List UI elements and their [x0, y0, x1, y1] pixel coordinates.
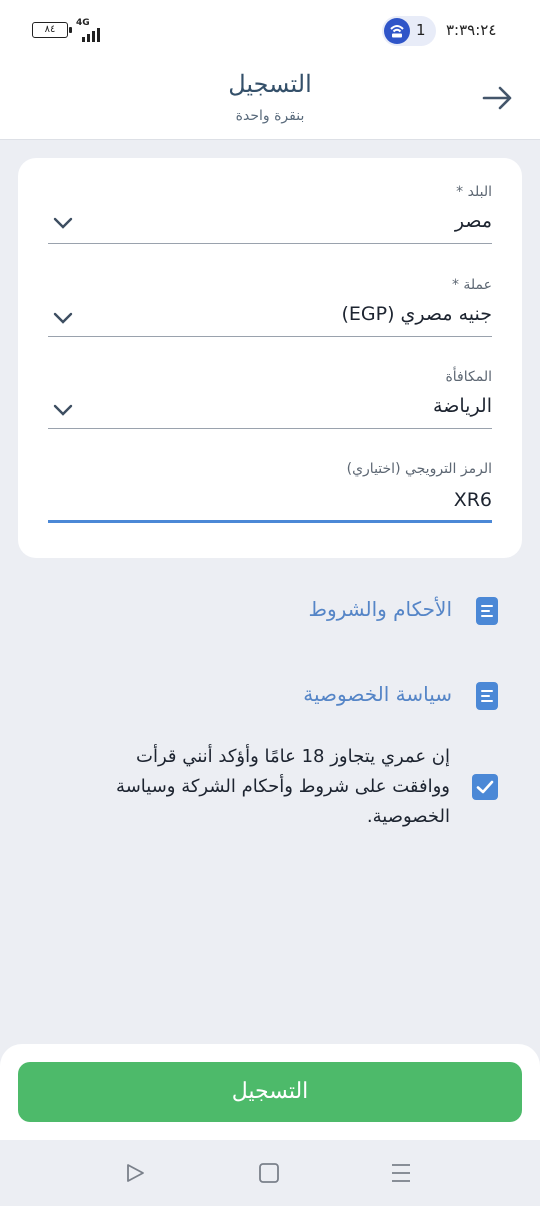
register-button[interactable]: التسجيل: [18, 1062, 522, 1122]
battery-level: ٨٤: [44, 24, 56, 35]
registration-form-card: البلد * مصر عملة * جنيه مصري (EGP) المكا…: [18, 158, 522, 558]
promo-code-value: XR6: [453, 489, 492, 511]
bonus-value: الرياضة: [433, 395, 492, 417]
signal-icon: 4G: [76, 18, 104, 42]
battery-icon: ٨٤: [32, 22, 72, 38]
status-bar: ٨٤ 4G 1 ٣:٣٩:٢٤: [0, 0, 540, 58]
promo-code-input[interactable]: الرمز الترويجي (اختياري) XR6: [48, 461, 492, 523]
currency-value: جنيه مصري (EGP): [341, 303, 492, 325]
arrow-right-icon[interactable]: [480, 82, 516, 114]
home-nav-icon[interactable]: [256, 1160, 282, 1186]
agreement-checkbox[interactable]: [472, 774, 498, 800]
back-nav-icon[interactable]: [122, 1160, 148, 1186]
terms-link[interactable]: الأحكام والشروط: [300, 593, 500, 629]
agreement-text: إن عمري يتجاوز 18 عامًا وأؤكد أنني قرأت …: [116, 746, 450, 827]
privacy-link[interactable]: سياسة الخصوصية: [300, 678, 500, 714]
hotspot-count: 1: [416, 21, 426, 39]
terms-link-label: الأحكام والشروط: [308, 597, 452, 621]
menu-nav-icon[interactable]: [388, 1160, 414, 1186]
document-icon: [476, 597, 498, 625]
currency-label: عملة *: [451, 277, 492, 293]
page-header: التسجيل بنقرة واحدة: [0, 58, 540, 140]
network-type: 4G: [76, 18, 90, 28]
page-subtitle: بنقرة واحدة: [235, 108, 305, 124]
page-title: التسجيل: [228, 70, 312, 98]
bonus-select[interactable]: المكافأة الرياضة: [48, 369, 492, 429]
chevron-down-icon: [53, 404, 73, 416]
country-label: البلد *: [456, 184, 492, 200]
privacy-link-label: سياسة الخصوصية: [303, 682, 452, 706]
bonus-label: المكافأة: [445, 369, 492, 385]
chevron-down-icon: [53, 217, 73, 229]
country-select[interactable]: البلد * مصر: [48, 184, 492, 244]
document-icon: [476, 682, 498, 710]
promo-code-label: الرمز الترويجي (اختياري): [346, 461, 492, 477]
country-value: مصر: [454, 210, 492, 232]
checkmark-icon: [476, 780, 494, 794]
system-nav-bar: [0, 1140, 540, 1206]
hotspot-indicator: 1: [382, 16, 436, 46]
clock: ٣:٣٩:٢٤: [446, 21, 497, 39]
currency-select[interactable]: عملة * جنيه مصري (EGP): [48, 277, 492, 337]
hotspot-icon: [384, 18, 410, 44]
chevron-down-icon: [53, 312, 73, 324]
